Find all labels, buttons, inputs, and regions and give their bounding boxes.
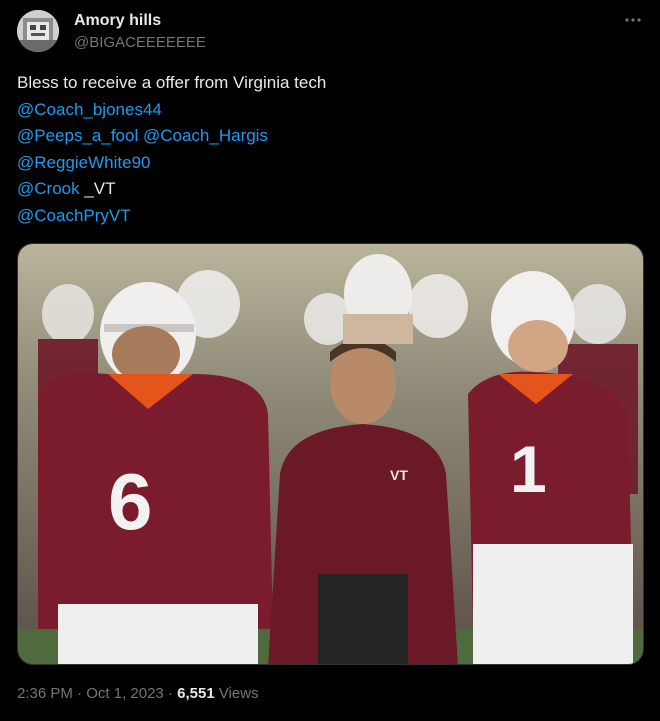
jersey-number-6: 6 [108,457,153,546]
views-count: 6,551 [177,685,215,702]
mention-suffix: _VT [84,179,116,198]
tweet-text: Bless to receive a offer from Virginia t… [17,70,637,229]
meta-separator: · [77,685,83,702]
tweet-media-photo[interactable]: 6 VT 1 [17,243,644,665]
avatar-image [17,10,59,52]
tweet-time[interactable]: 2:36 PM [17,685,73,702]
tweet-date[interactable]: Oct 1, 2023 [86,685,164,702]
tweet-body: Bless to receive a offer from Virginia t… [17,73,327,92]
mention-link[interactable]: @Coach_bjones44 [17,100,162,119]
team-photo: 6 VT 1 [18,244,643,664]
mention-link[interactable]: @Peeps_a_fool [17,126,138,145]
more-horizontal-icon [625,18,641,22]
avatar[interactable] [17,10,59,52]
author-handle[interactable]: @BIGACEEEEEEE [74,33,206,53]
vt-logo: VT [390,467,408,483]
mention-link[interactable]: @CoachPryVT [17,206,131,225]
tweet-meta: 2:36 PM · Oct 1, 2023 · 6,551 Views [17,684,259,704]
author-display-name[interactable]: Amory hills [74,11,161,31]
meta-separator: · [167,685,173,702]
views-label: Views [218,685,259,702]
more-options-button[interactable] [620,10,646,30]
tweet: Amory hills @BIGACEEEEEEE Bless to recei… [0,0,660,721]
mention-link[interactable]: @ReggieWhite90 [17,153,151,172]
jersey-number-1: 1 [510,432,547,506]
mention-link[interactable]: @Coach_Hargis [143,126,268,145]
mention-link[interactable]: @Crook [17,179,80,198]
